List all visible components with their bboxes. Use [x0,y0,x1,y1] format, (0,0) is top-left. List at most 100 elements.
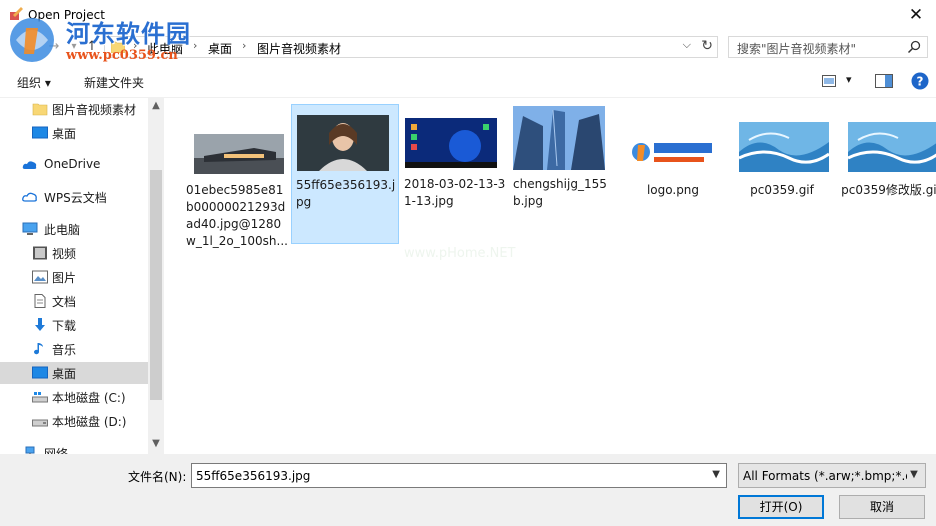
chevron-down-icon: ▼ [907,469,921,480]
address-dropdown-icon[interactable]: ⌵ [683,38,691,52]
document-icon [34,294,46,308]
sidebar-item-label: 桌面 [52,367,77,381]
cancel-button[interactable]: 取消 [839,495,925,519]
sidebar-item-label: 图片 [52,271,77,285]
file-name: 2018-03-02-13-31-13.jpg [404,177,506,208]
file-item[interactable]: pc0359修改版.gif [836,104,936,244]
sidebar-item-wps-cloud[interactable]: WPS云文档 [0,186,148,208]
desktop-icon [32,126,48,139]
breadcrumb-this-pc[interactable]: 此电脑 [147,40,183,57]
folder-icon [32,103,48,116]
file-list: www.pHome.NET 01ebec5985e81b00000021293d… [164,98,936,454]
computer-icon [22,222,38,235]
organize-button[interactable]: 组织 ▾ [17,74,51,91]
sidebar-item-documents[interactable]: 文档 [0,290,148,312]
sidebar-item-label: OneDrive [44,157,101,171]
view-dropdown-icon[interactable]: ▾ [846,73,852,86]
toolbar: 组织 ▾ 新建文件夹 ▾ ? [0,64,936,98]
filename-label: 文件名(N): [128,470,187,484]
svg-text:?: ? [917,75,924,89]
sidebar-item-label: 本地磁盘 (C:) [52,391,126,405]
scroll-up-icon[interactable]: ▲ [148,98,164,114]
picture-icon [32,270,48,284]
sidebar-item-label: 本地磁盘 (D:) [52,415,127,429]
file-item[interactable]: pc0359.gif [727,104,835,244]
arrow-up-icon: ↑ [86,39,98,54]
filename-field[interactable]: 55ff65e356193.jpg ▼ [191,463,727,488]
view-options-icon[interactable] [822,75,836,87]
network-icon [25,446,35,454]
faint-watermark-text: www.pHome.NET [404,246,516,261]
sidebar-item-label: 视频 [52,247,77,261]
arrow-left-icon: ← [24,39,36,54]
sidebar-item-downloads[interactable]: 下载 [0,314,148,336]
file-name: 55ff65e356193.jpg [296,178,396,209]
dialog-footer: 文件名(N): 55ff65e356193.jpg ▼ All Formats … [0,454,936,526]
file-item[interactable]: 2018-03-02-13-31-13.jpg [400,104,508,244]
address-bar[interactable]: › 此电脑 › 桌面 › 图片音视频素材 ⌵ ↻ [104,36,718,58]
file-item[interactable]: chengshijg_155b.jpg [509,104,617,244]
help-icon[interactable]: ? [911,72,929,90]
preview-pane-icon[interactable] [875,74,893,88]
sidebar-item-this-pc[interactable]: 此电脑 [0,218,148,240]
sidebar-item-drive-d[interactable]: 本地磁盘 (D:) [0,410,148,432]
app-icon [10,7,23,20]
sidebar-item-label: 文档 [52,295,77,309]
sidebar-item-network[interactable]: 网络 [0,442,148,454]
cloud-icon [22,161,37,169]
scroll-down-icon[interactable]: ▼ [148,436,164,452]
open-button[interactable]: 打开(O) [738,495,824,519]
file-item[interactable]: logo.png [618,104,726,244]
download-icon [35,318,45,331]
drive-icon [32,419,48,427]
breadcrumb-separator: › [193,39,198,52]
drive-icon [32,392,48,403]
search-placeholder: 搜索"图片音视频素材" [737,42,857,56]
sidebar-item-music[interactable]: 音乐 [0,338,148,360]
sidebar-item-label: WPS云文档 [44,191,107,205]
sidebar-item-label: 网络 [44,447,69,454]
back-button[interactable]: ← [20,38,40,56]
sidebar-item-desktop-selected[interactable]: 桌面 [0,362,148,384]
sidebar-item-pictures[interactable]: 图片 [0,266,148,288]
forward-button[interactable]: → [44,38,64,56]
file-thumbnail-building [194,134,284,174]
title-bar: Open Project ✕ [0,0,936,32]
file-type-select[interactable]: All Formats (*.arw;*.bmp;*.dil ▼ [738,463,926,488]
video-icon [33,246,47,260]
sidebar-item-label: 下载 [52,319,77,333]
file-thumbnail-logo [630,136,720,170]
scroll-thumb[interactable] [150,170,162,400]
cloud-outline-icon [22,192,37,202]
filename-value: 55ff65e356193.jpg [196,469,311,483]
file-item-selected[interactable]: 55ff65e356193.jpg [291,104,399,244]
search-input[interactable]: 搜索"图片音视频素材" [728,36,928,58]
desktop-icon [32,366,48,379]
sidebar-item-onedrive[interactable]: OneDrive [0,154,148,176]
file-name: logo.png [646,183,700,197]
chevron-down-icon[interactable]: ▼ [712,469,720,480]
sidebar-scrollbar[interactable]: ▲ ▼ [148,98,164,454]
file-name: 01ebec5985e81b00000021293dad40.jpg@1280w… [186,183,288,248]
sidebar-item-media-folder[interactable]: 图片音视频素材 [0,98,148,120]
file-item[interactable]: 01ebec5985e81b00000021293dad40.jpg@1280w… [182,104,290,248]
file-name: pc0359.gif [750,183,814,197]
music-icon [34,343,43,355]
up-button[interactable]: ↑ [82,38,102,56]
sidebar-item-label: 此电脑 [44,223,81,237]
breadcrumb-desktop[interactable]: 桌面 [208,40,232,57]
recent-dropdown[interactable]: ▾ [64,38,84,56]
breadcrumb-current-folder[interactable]: 图片音视频素材 [257,40,341,57]
file-type-value: All Formats (*.arw;*.bmp;*.dil [743,469,907,483]
new-folder-button[interactable]: 新建文件夹 [84,74,144,91]
file-thumbnail-desktop [405,118,497,168]
address-row: ← → ▾ ↑ › 此电脑 › 桌面 › 图片音视频素材 ⌵ ↻ 搜索"图片音视… [0,32,936,62]
file-thumbnail-waves [848,122,936,172]
sidebar-item-videos[interactable]: 视频 [0,242,148,264]
navigation-pane: 图片音视频素材 桌面 OneDrive WPS云文档 此电脑 视频 图片 文档 … [0,98,164,454]
refresh-icon[interactable]: ↻ [701,38,713,54]
sidebar-item-drive-c[interactable]: 本地磁盘 (C:) [0,386,148,408]
sidebar-item-desktop[interactable]: 桌面 [0,122,148,144]
close-button[interactable]: ✕ [896,0,936,32]
sidebar-item-label: 图片音视频素材 [52,103,137,117]
